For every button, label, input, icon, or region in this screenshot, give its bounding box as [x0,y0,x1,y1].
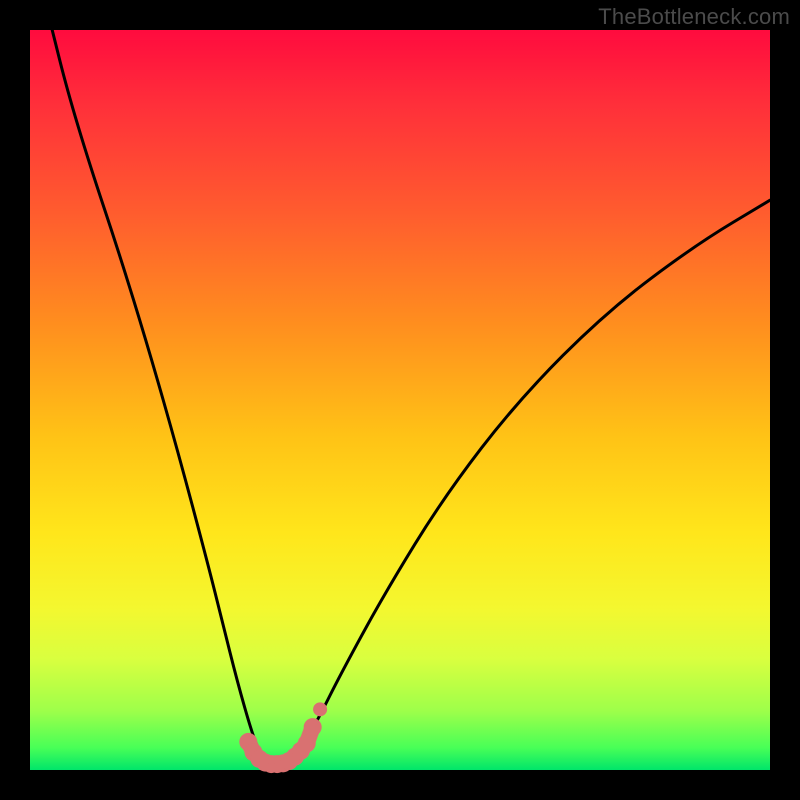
curve-svg [30,30,770,770]
plot-area [30,30,770,770]
marker-dot [298,734,316,752]
bottleneck-curve [52,30,770,763]
marker-dot [304,718,322,736]
bottom-marker-group [239,702,327,773]
chart-frame: TheBottleneck.com [0,0,800,800]
watermark-text: TheBottleneck.com [598,4,790,30]
marker-dot-isolated [313,702,327,716]
